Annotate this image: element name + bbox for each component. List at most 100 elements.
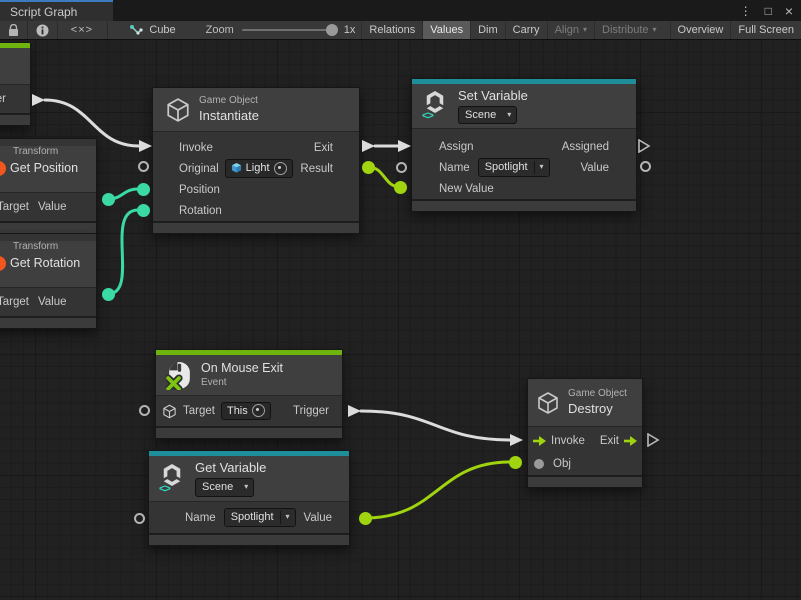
port-assign[interactable]: Assign [439,141,474,153]
node-on-mouse-exit[interactable]: On Mouse Exit Event Target This Trigger [155,349,343,439]
chevron-down-icon: ▾ [280,511,295,523]
port-name[interactable]: Name [439,162,470,174]
port-value[interactable]: Value [38,296,67,308]
port-assigned[interactable]: Assigned [562,141,609,153]
fullscreen-button[interactable]: Full Screen [730,21,801,39]
port-position[interactable]: Position [179,184,220,196]
port-invoke[interactable]: Invoke [551,435,585,447]
tab-title: Script Graph [10,5,77,19]
values-toggle[interactable]: Values [422,21,470,39]
chevron-down-icon: ▾ [583,26,587,34]
distribute-dropdown[interactable]: Distribute▾ [594,21,663,39]
maximize-icon[interactable]: □ [765,4,772,18]
scope-dropdown[interactable]: Scene ▾ [195,478,254,496]
edge-on-mouse-exit-trigger--destroy-invoke[interactable] [361,411,511,440]
node-instantiate[interactable]: Game Object Instantiate Invoke Exit Orig… [152,87,360,234]
dim-toggle[interactable]: Dim [470,21,505,39]
port-marker-name-in[interactable] [396,162,407,173]
port-exit[interactable]: Exit [600,435,619,447]
port-marker-rotation-in[interactable] [137,204,150,217]
graph-canvas[interactable]: Trigger Game Object Instantiate Invoke E… [0,40,801,600]
port-name[interactable]: Name [185,512,216,524]
port-marker-instantiate-invoke-in[interactable] [139,140,152,152]
node-title: Set Variable [458,88,528,104]
zoom-slider-handle[interactable] [326,24,338,36]
cube-icon [162,404,177,419]
port-marker-getvariable-value-out[interactable] [359,512,372,525]
inspect-button[interactable] [28,21,57,39]
variable-name-dropdown[interactable]: Spotlight ▾ [478,158,550,176]
port-value[interactable]: Value [580,162,609,174]
port-value[interactable]: Value [304,512,333,524]
port-label-trigger: Trigger [0,93,6,105]
variable-name-dropdown[interactable]: Spotlight ▾ [224,508,296,526]
object-picker-icon[interactable] [252,404,265,417]
port-invoke[interactable]: Invoke [179,142,213,154]
node-subtitle: Event [201,376,283,389]
edge-get-variable-value--destroy-obj[interactable] [365,462,510,518]
port-value[interactable]: Value [38,201,67,213]
node-category: Game Object [199,95,259,108]
port-target[interactable]: Target [0,296,29,308]
carry-toggle[interactable]: Carry [505,21,547,39]
close-icon[interactable]: × [785,3,793,19]
graph-name: Cube [149,24,175,36]
port-marker-destroy-invoke-in[interactable] [510,434,523,446]
target-object-name: This [227,404,248,418]
port-marker-result-out[interactable] [362,161,375,174]
port-target[interactable]: Target [0,201,29,213]
port-marker-position-in[interactable] [137,183,150,196]
port-result[interactable]: Result [300,163,333,175]
port-marker-instantiate-exit-out[interactable] [362,140,375,152]
port-trigger[interactable]: Trigger [293,405,329,417]
node-get-position[interactable]: Transform Get Position Target Value [0,138,97,234]
graph-breadcrumb[interactable]: Cube [129,21,175,39]
port-marker-destroy-exit-out[interactable] [647,433,660,447]
lock-button[interactable] [0,21,27,39]
unity-variable-icon: <> [424,91,450,121]
node-event-partial[interactable]: Trigger [0,42,31,126]
cube-icon [536,391,560,415]
node-get-rotation[interactable]: Transform Get Rotation Target Value [0,233,97,329]
tab-script-graph[interactable]: Script Graph [0,0,113,21]
port-marker-destroy-obj-in[interactable] [509,456,522,469]
target-object-field[interactable]: This [221,402,271,420]
code-preview-button[interactable]: <×> [57,21,107,39]
obj-port-dot[interactable] [534,459,544,469]
variable-brackets-icon: <> [159,483,170,495]
unity-script-graph-window: Script Graph ⋮ □ × <×> Cu [0,0,801,600]
port-new-value[interactable]: New Value [439,183,494,195]
port-original[interactable]: Original [179,163,219,175]
port-marker-mouse-target-in[interactable] [139,405,150,416]
menu-icon[interactable]: ⋮ [740,4,752,18]
node-set-variable[interactable]: <> Set Variable Scene ▾ Assign Assigned … [411,78,637,212]
port-marker-event-trigger-out[interactable] [32,94,45,106]
port-exit[interactable]: Exit [314,142,333,154]
toolbar-separator [107,21,108,39]
overview-button[interactable]: Overview [670,21,731,39]
port-marker-getrotation-value-out[interactable] [102,288,115,301]
port-obj[interactable]: Obj [553,458,571,470]
relations-toggle[interactable]: Relations [361,21,422,39]
node-destroy[interactable]: Game Object Destroy Invoke Exit [527,378,643,488]
scope-dropdown[interactable]: Scene ▾ [458,106,517,124]
original-object-field[interactable]: Light [225,159,293,177]
port-marker-value-out[interactable] [640,161,651,172]
port-target[interactable]: Target [183,405,215,417]
port-marker-new-value-in[interactable] [394,181,407,194]
port-marker-getposition-value-out[interactable] [102,193,115,206]
node-footer [153,221,359,233]
port-marker-mouse-exit-trigger-out[interactable] [348,405,361,417]
zoom-slider[interactable] [242,29,338,31]
node-header [0,48,30,85]
port-marker-set-variable-assign-in[interactable] [398,140,411,152]
node-get-variable[interactable]: <> Get Variable Scene ▾ Name Spotlight ▾… [148,450,350,546]
align-dropdown[interactable]: Align▾ [547,21,594,39]
port-marker-getvar-name-in[interactable] [134,513,145,524]
tab-bar: Script Graph ⋮ □ × [0,0,801,21]
port-marker-assigned-out[interactable] [638,139,651,153]
port-rotation[interactable]: Rotation [179,205,222,217]
object-picker-icon[interactable] [274,162,287,175]
port-marker-original-in[interactable] [138,161,149,172]
edge-get-rotation-value--instantiate-rotation[interactable] [108,210,138,294]
